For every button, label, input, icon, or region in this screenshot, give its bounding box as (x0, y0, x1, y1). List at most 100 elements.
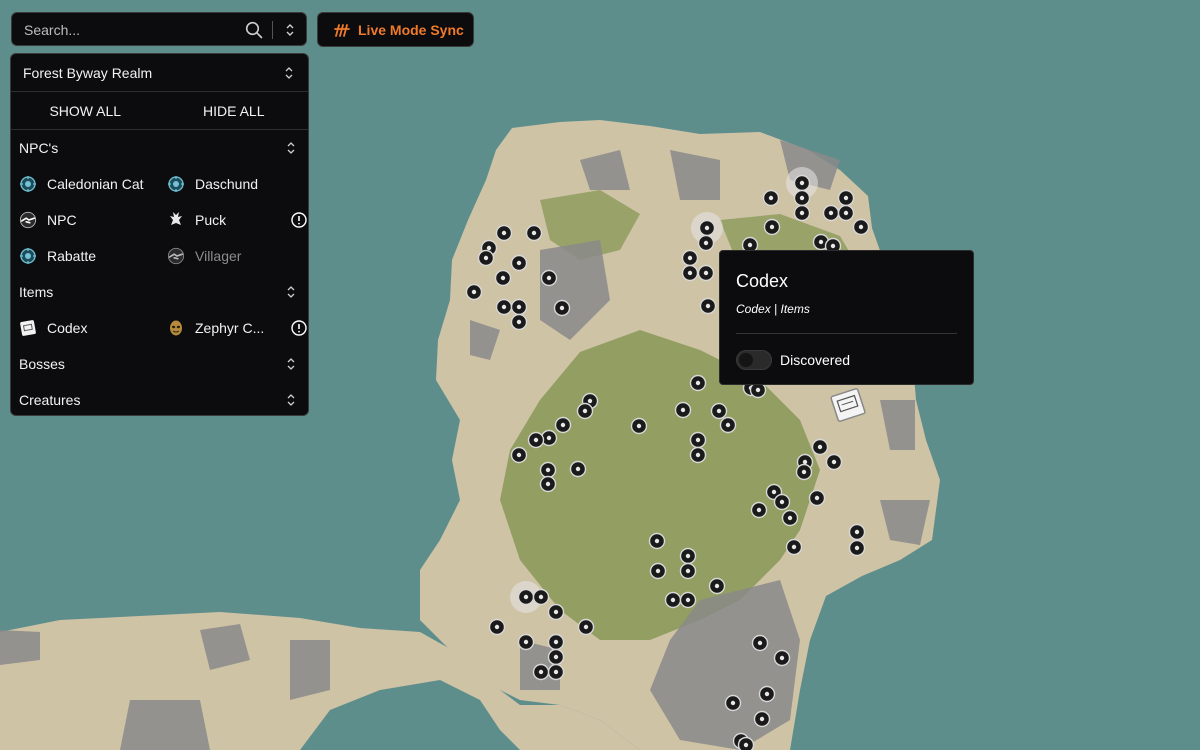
map-marker[interactable] (848, 523, 866, 541)
map-marker[interactable] (510, 313, 528, 331)
map-marker[interactable] (527, 431, 545, 449)
chevron-updown-icon[interactable] (284, 21, 296, 39)
discovered-toggle[interactable] (736, 350, 772, 370)
map-marker[interactable] (737, 736, 755, 750)
map-marker[interactable] (664, 591, 682, 609)
map-marker[interactable] (710, 402, 728, 420)
map-marker[interactable] (569, 460, 587, 478)
popup-divider (736, 333, 957, 334)
realm-selector[interactable]: Forest Byway Realm (11, 54, 308, 92)
map-marker[interactable] (750, 501, 768, 519)
map-marker[interactable] (532, 588, 550, 606)
filter-item-codex[interactable]: Codex (19, 310, 167, 346)
map-marker[interactable] (495, 298, 513, 316)
map-marker[interactable] (649, 562, 667, 580)
hide-all-button[interactable]: HIDE ALL (160, 103, 309, 119)
map-marker[interactable] (554, 416, 572, 434)
map-marker[interactable] (517, 588, 535, 606)
map-marker[interactable] (547, 648, 565, 666)
filter-item-caledonian-cat[interactable]: Caledonian Cat (19, 166, 167, 202)
section-header-items[interactable]: Items (11, 274, 308, 310)
filter-item-daschund[interactable]: Daschund (167, 166, 307, 202)
map-marker[interactable] (674, 401, 692, 419)
map-marker[interactable] (547, 603, 565, 621)
show-all-button[interactable]: SHOW ALL (11, 103, 160, 119)
map-marker[interactable] (681, 264, 699, 282)
map-marker[interactable] (525, 224, 543, 242)
map-marker[interactable] (719, 416, 737, 434)
filter-item-npc[interactable]: NPC (19, 202, 167, 238)
map-marker[interactable] (679, 591, 697, 609)
map-marker[interactable] (465, 283, 483, 301)
section-title: Bosses (19, 356, 65, 372)
search-icon[interactable] (245, 21, 263, 39)
map-marker[interactable] (837, 189, 855, 207)
map-marker[interactable] (699, 297, 717, 315)
map-marker[interactable] (681, 249, 699, 267)
map-marker[interactable] (698, 219, 716, 237)
section-header-bosses[interactable]: Bosses (11, 346, 308, 382)
map-marker[interactable] (648, 532, 666, 550)
map-marker[interactable] (811, 438, 829, 456)
warning-icon[interactable] (291, 212, 307, 228)
map-marker[interactable] (793, 174, 811, 192)
map-marker[interactable] (553, 299, 571, 317)
map-marker[interactable] (793, 189, 811, 207)
map-marker[interactable] (679, 547, 697, 565)
map-marker[interactable] (510, 298, 528, 316)
map-marker[interactable] (510, 254, 528, 272)
map-marker[interactable] (773, 493, 791, 511)
map-marker[interactable] (822, 204, 840, 222)
map-marker[interactable] (576, 402, 594, 420)
map-marker[interactable] (785, 538, 803, 556)
map-marker[interactable] (532, 663, 550, 681)
map-marker[interactable] (825, 453, 843, 471)
map-marker[interactable] (697, 264, 715, 282)
map-marker[interactable] (547, 633, 565, 651)
map-marker[interactable] (539, 475, 557, 493)
filter-item-rabatte[interactable]: Rabatte (19, 238, 167, 274)
map-marker[interactable] (708, 577, 726, 595)
map-marker[interactable] (753, 710, 771, 728)
popup-subtitle: Codex | Items (736, 302, 810, 316)
map-marker[interactable] (630, 417, 648, 435)
live-mode-sync-button[interactable]: Live Mode Sync (317, 12, 474, 47)
map-marker[interactable] (477, 249, 495, 267)
map-marker[interactable] (724, 694, 742, 712)
map-marker[interactable] (751, 634, 769, 652)
map-marker[interactable] (848, 539, 866, 557)
map-marker[interactable] (689, 374, 707, 392)
map-marker[interactable] (795, 463, 813, 481)
map-marker[interactable] (793, 204, 811, 222)
map-marker[interactable] (540, 269, 558, 287)
filter-item-puck[interactable]: Puck (167, 202, 307, 238)
map-marker[interactable] (689, 431, 707, 449)
map-marker[interactable] (781, 509, 799, 527)
map-marker[interactable] (679, 562, 697, 580)
map-marker[interactable] (495, 224, 513, 242)
map-marker[interactable] (547, 663, 565, 681)
map-marker[interactable] (488, 618, 506, 636)
section-header-creatures[interactable]: Creatures (11, 382, 308, 415)
map-marker[interactable] (773, 649, 791, 667)
search-divider (272, 21, 273, 39)
warning-icon[interactable] (291, 320, 307, 336)
search-input[interactable] (22, 13, 246, 47)
map-marker[interactable] (689, 446, 707, 464)
map-marker[interactable] (808, 489, 826, 507)
filter-item-villager[interactable]: Villager (167, 238, 307, 274)
map-marker[interactable] (697, 234, 715, 252)
map-marker[interactable] (763, 218, 781, 236)
map-marker[interactable] (837, 204, 855, 222)
section-header-npcs[interactable]: NPC's (11, 130, 308, 166)
map-marker[interactable] (510, 446, 528, 464)
map-marker[interactable] (762, 189, 780, 207)
visibility-buttons: SHOW ALL HIDE ALL (11, 92, 308, 130)
map-marker[interactable] (539, 461, 557, 479)
map-marker[interactable] (494, 269, 512, 287)
map-marker[interactable] (517, 633, 535, 651)
map-marker[interactable] (852, 218, 870, 236)
map-marker[interactable] (577, 618, 595, 636)
filter-item-zephyr[interactable]: Zephyr C... (167, 310, 307, 346)
map-marker[interactable] (758, 685, 776, 703)
